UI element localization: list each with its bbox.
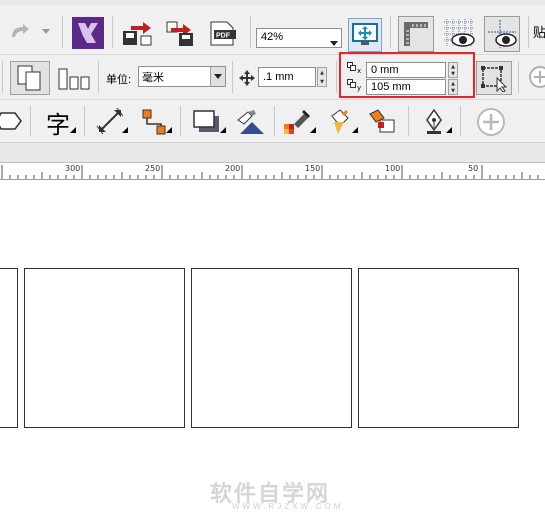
basic-shapes-tool-icon[interactable] (0, 110, 24, 132)
ruler-tick-label: 150 (305, 164, 321, 173)
spin-up-icon[interactable]: ▲ (449, 63, 457, 70)
redo-icon[interactable] (8, 20, 32, 42)
text-tool-glyph: 字 (46, 110, 70, 139)
units-value: 毫米 (142, 71, 164, 84)
duplicate-x-input[interactable]: 0 mm (366, 62, 446, 78)
nudge-distance-icon (238, 69, 256, 87)
show-rulers-icon[interactable] (398, 16, 434, 52)
watermark-url: WWW.RJZXW.COM (232, 502, 344, 511)
parallel-dimension-tool-icon[interactable] (90, 106, 130, 138)
spin-down-icon[interactable]: ▼ (449, 87, 457, 94)
page-thumbnail[interactable] (24, 268, 185, 428)
duplicate-y-icon: y (347, 79, 367, 95)
flyout-triangle-icon (310, 122, 316, 136)
duplicate-x-axis-label: x (357, 67, 362, 75)
spin-up-icon[interactable]: ▲ (318, 68, 326, 77)
export-icon[interactable] (162, 18, 198, 48)
duplicate-y-input[interactable]: 105 mm (366, 79, 446, 95)
flyout-triangle-icon (70, 122, 76, 136)
interactive-fill-tool-icon[interactable] (320, 106, 360, 138)
units-label: 单位: (106, 74, 132, 86)
add-property-button-icon[interactable] (528, 65, 545, 89)
drawing-canvas[interactable]: 软件自学网 WWW.RJZXW.COM (0, 180, 545, 516)
flyout-triangle-icon (122, 122, 128, 136)
nudge-distance-input[interactable]: .1 mm (258, 67, 316, 87)
full-screen-preview-icon[interactable] (348, 18, 382, 52)
spin-down-icon[interactable]: ▼ (318, 77, 326, 86)
corel-application-launcher-icon[interactable] (72, 17, 104, 49)
ruler-tick-label: 250 (145, 164, 161, 173)
add-tool-icon[interactable] (474, 107, 508, 137)
show-guidelines-icon[interactable] (484, 16, 520, 52)
all-pages-size-icon[interactable] (10, 61, 50, 95)
color-eyedropper-tool-icon[interactable] (278, 106, 318, 138)
standard-toolbar: PDF 42% 贴 (0, 6, 545, 55)
text-tool-button[interactable]: 字 (38, 106, 78, 139)
chevron-down-icon (210, 67, 225, 86)
units-select[interactable]: 毫米 (138, 66, 226, 87)
spin-down-icon[interactable]: ▼ (449, 70, 457, 77)
ruler-tick-label: 200 (225, 164, 241, 173)
smart-fill-tool-icon[interactable] (362, 106, 402, 138)
connector-tool-icon[interactable] (134, 106, 174, 138)
ruler-ticks (1, 165, 539, 179)
pen-outline-tool-icon[interactable] (414, 106, 454, 138)
zoom-level-value: 42% (261, 31, 284, 43)
property-bar: 单位: 毫米 .1 mm ▲ ▼ x 0 mm ▲ ▼ y 105 mm ▲ ▼ (0, 52, 545, 100)
publish-pdf-icon[interactable]: PDF (204, 18, 244, 48)
svg-text:PDF: PDF (216, 33, 231, 40)
ruler-tick-label: 300 (65, 164, 81, 173)
treat-as-filled-icon[interactable] (476, 61, 512, 95)
transparency-tool-icon[interactable] (230, 106, 270, 138)
nudge-distance-spinner[interactable]: ▲ ▼ (317, 67, 327, 87)
horizontal-ruler[interactable]: 300 250 200 150 100 50 (0, 163, 545, 180)
import-icon[interactable] (120, 18, 156, 48)
document-tab-strip (0, 143, 545, 163)
current-page-size-icon[interactable] (54, 61, 94, 95)
flyout-triangle-icon (166, 122, 172, 136)
duplicate-y-axis-label: y (357, 84, 362, 92)
flyout-triangle-icon (220, 122, 226, 136)
show-grid-icon[interactable] (440, 16, 478, 52)
page-thumbnail[interactable] (191, 268, 352, 428)
flyout-triangle-icon (352, 122, 358, 136)
chevron-down-icon (330, 35, 338, 49)
ruler-tick-label: 50 (468, 164, 479, 173)
duplicate-y-spinner[interactable]: ▲ ▼ (448, 79, 458, 95)
drop-shadow-tool-icon[interactable] (186, 106, 228, 138)
clipped-toolbar-glyph-icon: 贴 (533, 26, 545, 41)
duplicate-x-icon: x (347, 62, 367, 78)
redo-dropdown-icon[interactable] (40, 22, 52, 40)
spin-up-icon[interactable]: ▲ (449, 80, 457, 87)
toolbox: 字 (0, 100, 545, 143)
ruler-tick-label: 100 (385, 164, 401, 173)
duplicate-x-spinner[interactable]: ▲ ▼ (448, 62, 458, 78)
flyout-triangle-icon (446, 122, 452, 136)
zoom-level-select[interactable]: 42% (256, 28, 342, 48)
page-thumbnail[interactable] (358, 268, 519, 428)
page-thumbnail[interactable] (0, 268, 18, 428)
